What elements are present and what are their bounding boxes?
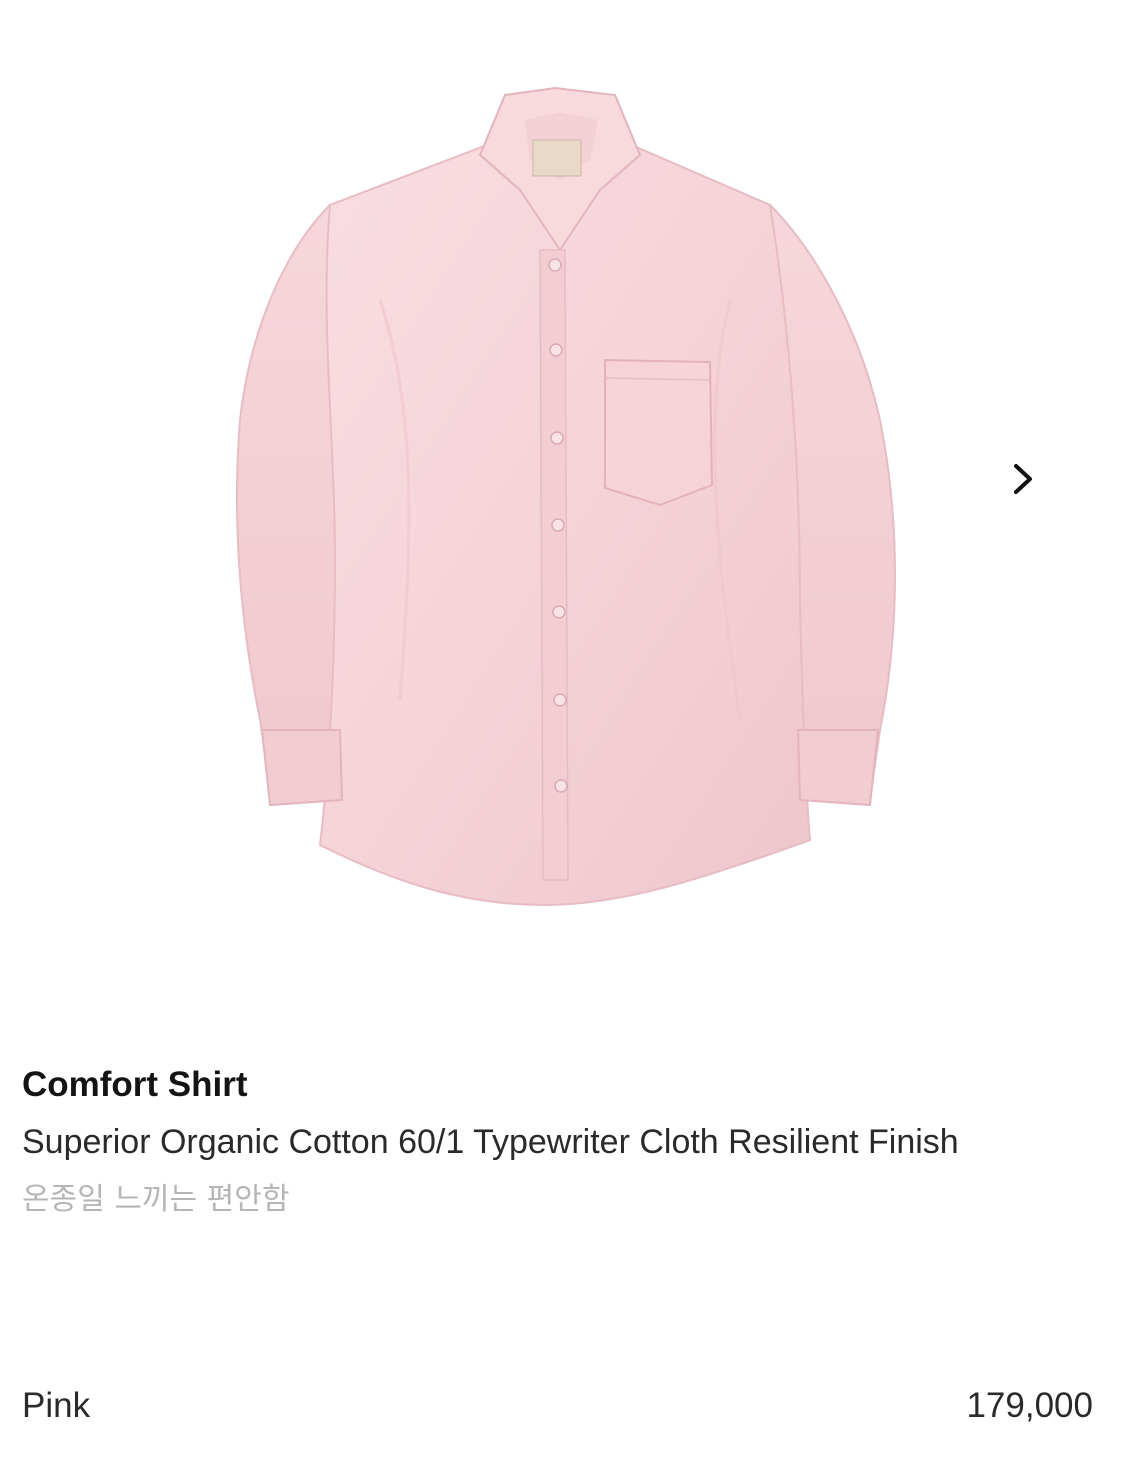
- product-title: Comfort Shirt: [22, 1065, 248, 1104]
- chevron-right-icon: [1014, 464, 1032, 494]
- product-subtitle: Superior Organic Cotton 60/1 Typewriter …: [22, 1123, 959, 1161]
- product-tagline: 온종일 느끼는 편안함: [22, 1182, 290, 1217]
- next-image-button[interactable]: [996, 452, 1050, 506]
- product-info: Comfort Shirt Superior Organic Cotton 60…: [22, 1062, 1092, 1222]
- product-image: [235, 86, 896, 907]
- product-color: Pink: [22, 1386, 91, 1425]
- product-image-gallery[interactable]: [0, 0, 1125, 1000]
- product-price: 179,000: [966, 1386, 1093, 1425]
